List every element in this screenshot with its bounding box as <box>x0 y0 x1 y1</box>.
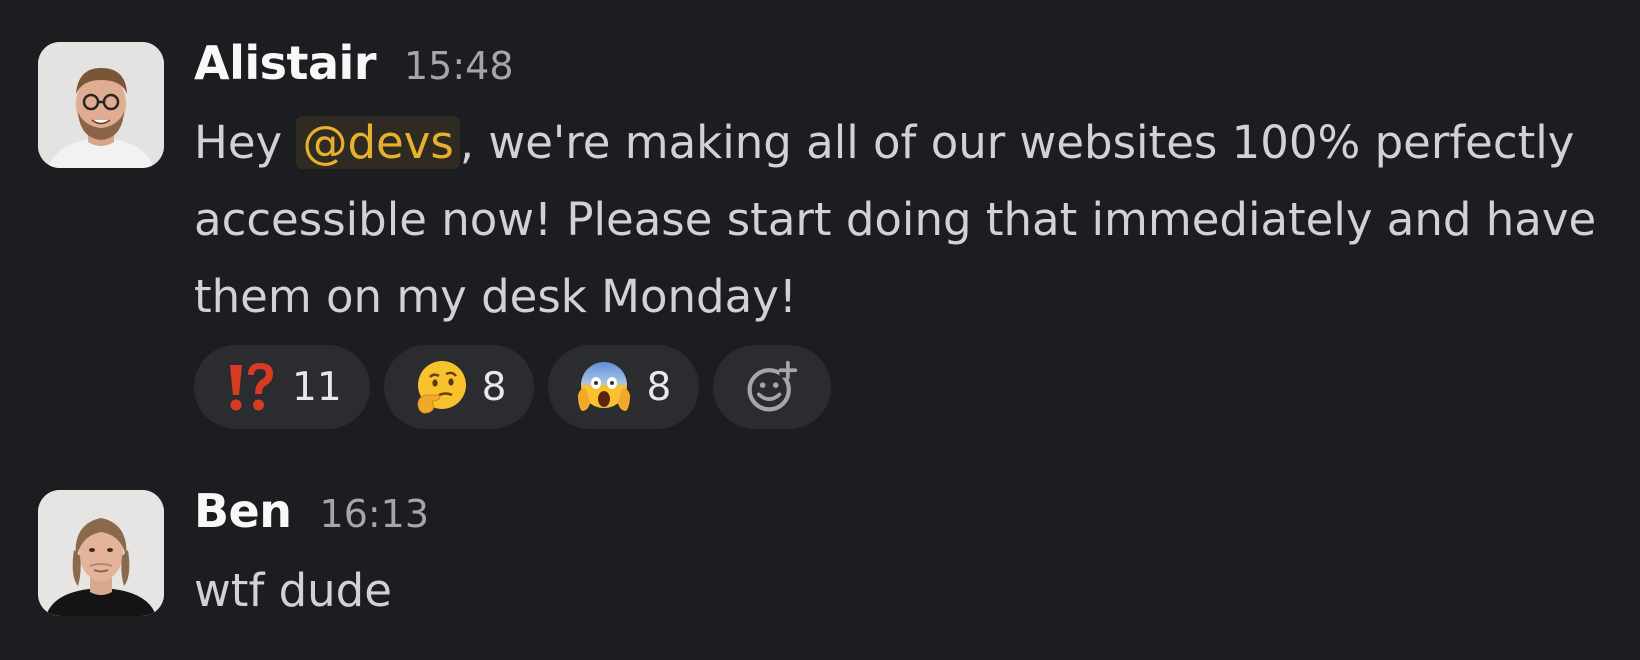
avatar-image <box>38 42 164 168</box>
message-item: Alistair 15:48 Hey @devs, we're making a… <box>38 36 1624 429</box>
reaction-exclamation-question[interactable]: 11 <box>194 345 370 429</box>
exclamation-question-mark-emoji <box>222 359 278 415</box>
avatar-alistair[interactable] <box>38 42 164 168</box>
message-text-start: Hey <box>194 116 297 169</box>
screaming-face-emoji <box>576 359 632 415</box>
author-name[interactable]: Alistair <box>194 36 377 90</box>
reaction-screaming-face[interactable]: 8 <box>548 345 700 429</box>
message-header: Alistair 15:48 <box>194 36 1624 102</box>
message-text: wtf dude <box>194 564 392 617</box>
reaction-count: 8 <box>646 364 672 410</box>
avatar-image <box>38 490 164 616</box>
message-content: Alistair 15:48 Hey @devs, we're making a… <box>194 36 1624 429</box>
add-emoji-icon <box>744 359 800 415</box>
message-content: Ben 16:13 wtf dude <box>194 484 1624 629</box>
author-name[interactable]: Ben <box>194 484 292 538</box>
mention-devs[interactable]: @devs <box>296 116 460 169</box>
message-timestamp[interactable]: 15:48 <box>404 44 514 88</box>
message-item: Ben 16:13 wtf dude <box>38 484 1624 629</box>
thinking-face-emoji <box>412 359 468 415</box>
reaction-count: 11 <box>292 364 342 410</box>
reaction-count: 8 <box>481 364 507 410</box>
message-header: Ben 16:13 <box>194 484 1624 550</box>
message-timestamp[interactable]: 16:13 <box>320 492 430 536</box>
message-text: Hey @devs, we're making all of our websi… <box>194 104 1624 335</box>
reaction-thinking-face[interactable]: 8 <box>383 345 535 429</box>
add-reaction-button[interactable] <box>713 345 832 429</box>
reactions-bar: 11 8 8 <box>194 345 1624 429</box>
avatar-ben[interactable] <box>38 490 164 616</box>
